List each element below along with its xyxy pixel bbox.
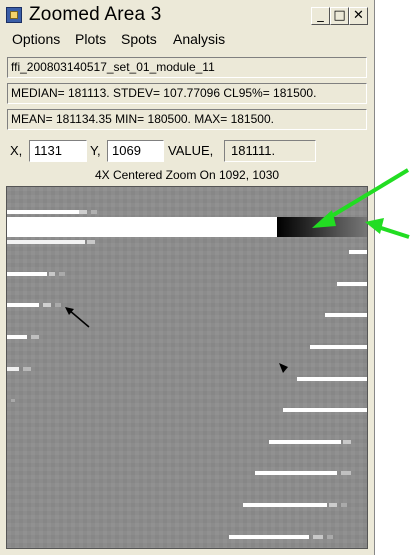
zoom-image-canvas bbox=[7, 187, 367, 548]
filename-field: ffi_200803140517_set_01_module_11 bbox=[7, 57, 367, 78]
stats-median-field: MEDIAN= 181113. STDEV= 107.77096 CL95%= … bbox=[7, 83, 367, 104]
close-button[interactable]: ✕ bbox=[349, 7, 368, 25]
menu-bar: Options Plots Spots Analysis bbox=[0, 29, 374, 51]
y-label: Y, bbox=[90, 143, 101, 158]
app-icon[interactable] bbox=[6, 7, 22, 23]
menu-plots[interactable]: Plots bbox=[75, 31, 106, 47]
x-input[interactable]: 1131 bbox=[29, 140, 87, 162]
stats-mean-field: MEAN= 181134.35 MIN= 180500. MAX= 181500… bbox=[7, 109, 367, 130]
y-input[interactable]: 1069 bbox=[107, 140, 164, 162]
menu-options[interactable]: Options bbox=[12, 31, 60, 47]
zoomed-image[interactable] bbox=[6, 186, 368, 549]
maximize-button[interactable]: □ bbox=[330, 7, 349, 25]
pixel-value-field: 181111. bbox=[224, 140, 316, 162]
menu-spots[interactable]: Spots bbox=[121, 31, 157, 47]
x-label: X, bbox=[10, 143, 23, 158]
minimize-button[interactable]: _ bbox=[311, 7, 330, 25]
zoom-caption: 4X Centered Zoom On 1092, 1030 bbox=[94, 168, 280, 182]
title-bar[interactable]: Zoomed Area 3 _ □ ✕ bbox=[0, 0, 374, 30]
value-label: VALUE, bbox=[168, 143, 214, 158]
saturated-bleed-row bbox=[7, 217, 367, 237]
menu-analysis[interactable]: Analysis bbox=[173, 31, 225, 47]
zoomed-area-window: Zoomed Area 3 _ □ ✕ Options Plots Spots … bbox=[0, 0, 375, 555]
coordinate-row: X, 1131 Y, 1069 VALUE, 181111. bbox=[0, 140, 374, 164]
window-title: Zoomed Area 3 bbox=[29, 4, 162, 25]
